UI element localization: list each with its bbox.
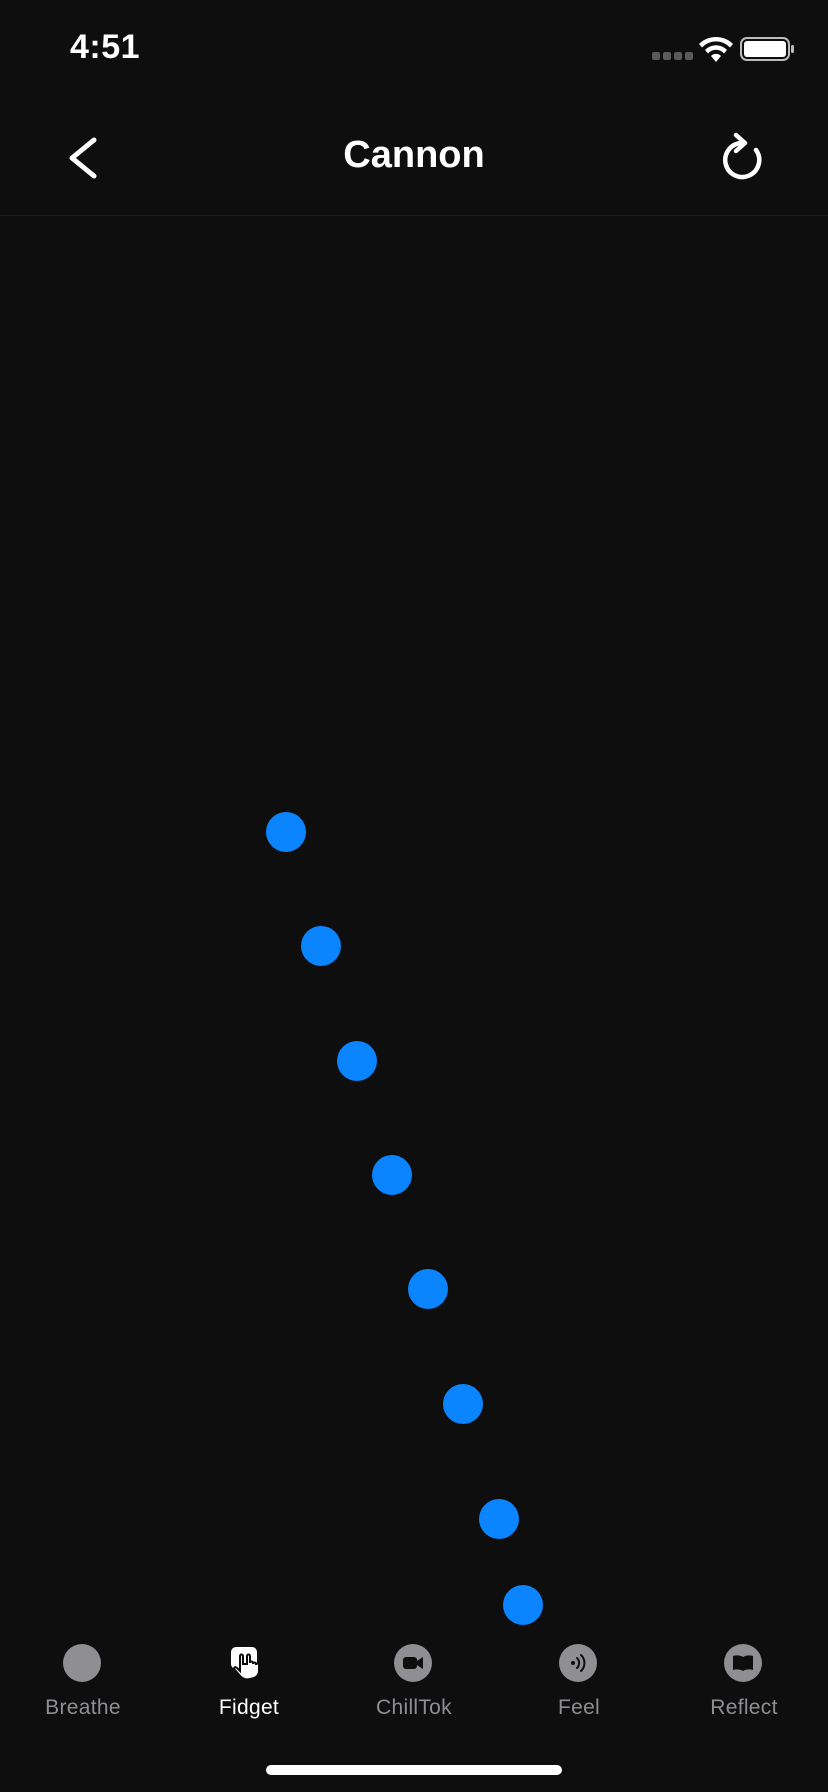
- home-indicator[interactable]: [266, 1765, 562, 1775]
- tab-label: ChillTok: [376, 1696, 452, 1719]
- navigation-bar: Cannon: [0, 100, 828, 216]
- wifi-icon: [699, 36, 733, 62]
- cannon-ball: [372, 1155, 412, 1195]
- tab-breathe[interactable]: Breathe: [0, 1620, 166, 1730]
- cannon-ball: [479, 1499, 519, 1539]
- tab-label: Reflect: [710, 1696, 778, 1719]
- status-time: 4:51: [70, 28, 141, 66]
- cannon-ball: [443, 1384, 483, 1424]
- circle-icon: [63, 1644, 101, 1682]
- reload-icon: [723, 132, 762, 180]
- video-camera-icon: [394, 1644, 432, 1682]
- cannon-ball: [408, 1269, 448, 1309]
- cannon-ball: [266, 812, 306, 852]
- cannon-ball: [337, 1041, 377, 1081]
- battery-icon: [740, 37, 794, 61]
- cellular-signal-icon: [652, 52, 693, 60]
- tab-feel[interactable]: Feel: [496, 1620, 662, 1730]
- tab-reflect[interactable]: Reflect: [661, 1620, 827, 1730]
- book-icon: [724, 1644, 762, 1682]
- sound-waves-icon: [559, 1644, 597, 1682]
- status-bar: 4:51: [0, 0, 828, 100]
- tab-label: Breathe: [45, 1696, 121, 1719]
- page-title: Cannon: [343, 134, 485, 176]
- tab-bar: Breathe Fidget ChillTok Feel Reflect: [0, 1620, 828, 1740]
- cannon-play-area[interactable]: [0, 216, 828, 1625]
- tab-fidget[interactable]: Fidget: [166, 1620, 332, 1730]
- cannon-ball: [503, 1585, 543, 1625]
- cannon-ball: [301, 926, 341, 966]
- hand-tap-icon: [231, 1647, 260, 1681]
- tab-label: Fidget: [218, 1696, 280, 1719]
- tab-chilltok[interactable]: ChillTok: [331, 1620, 497, 1730]
- reload-button[interactable]: [712, 130, 772, 190]
- tab-label: Feel: [557, 1696, 601, 1719]
